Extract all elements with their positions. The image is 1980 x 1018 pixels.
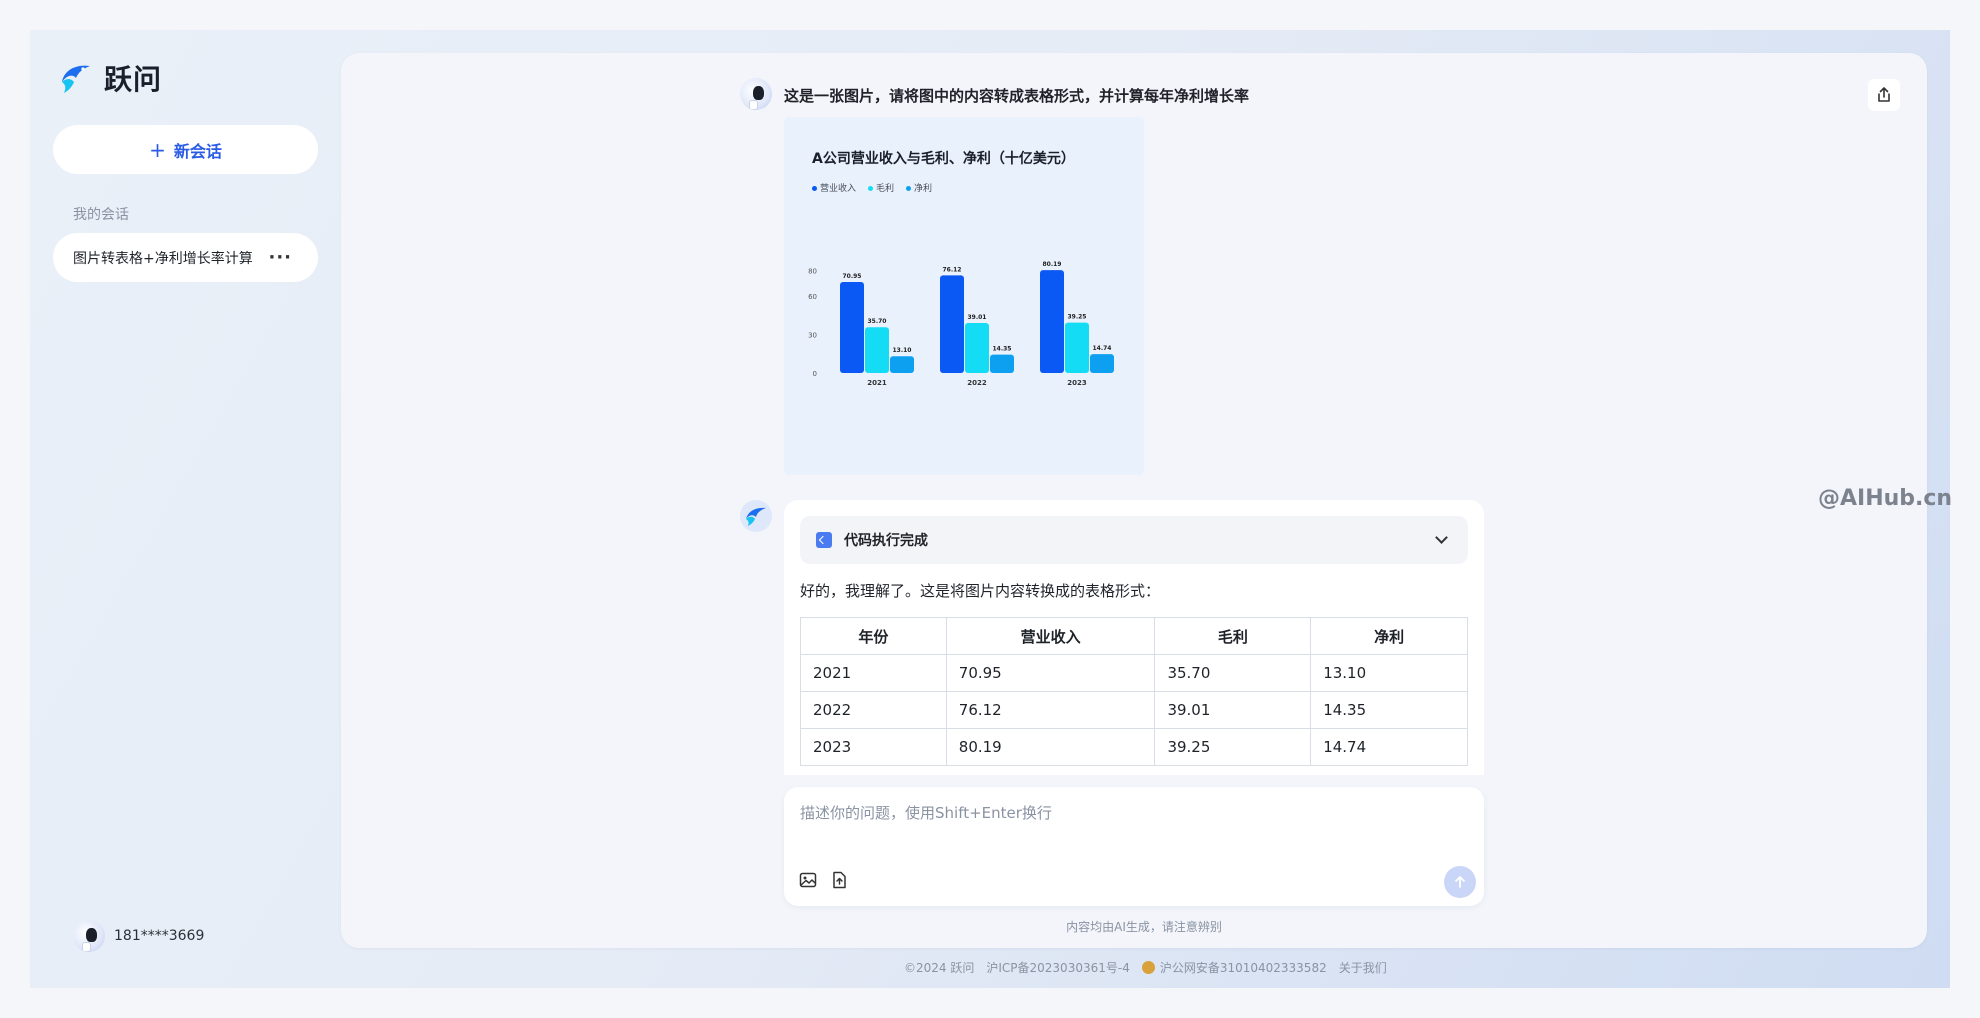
conversation-title: 图片转表格+净利增长率计算: [73, 250, 253, 267]
table-cell: 39.01: [1154, 691, 1312, 729]
brand-name: 跃问: [104, 63, 163, 96]
chart-bar: [965, 322, 989, 373]
more-icon[interactable]: ···: [268, 247, 292, 268]
table-cell: 35.70: [1154, 654, 1312, 692]
ai-disclaimer: 内容均由AI生成，请注意辨别: [0, 918, 1980, 935]
code-execution-toggle[interactable]: 代码执行完成: [800, 516, 1468, 564]
send-icon: [1455, 876, 1465, 888]
table-cell: 14.35: [1310, 691, 1468, 729]
result-table: 年份 营业收入 毛利 净利 2021 70.95 35.70 13.10 202…: [800, 617, 1468, 766]
table-header-cell: 营业收入: [945, 617, 1156, 655]
bar-data-label: 35.70: [868, 318, 887, 325]
new-chat-button[interactable]: + 新会话: [53, 125, 318, 174]
chat-input[interactable]: [800, 801, 1440, 825]
chart-bar: [1040, 270, 1064, 373]
table-cell: 2022: [800, 691, 947, 729]
uploaded-chart-image[interactable]: A公司营业收入与毛利、净利（十亿美元） 营业收入 毛利 净利 0 30 60 80 70…: [784, 117, 1144, 475]
x-tick-label: 2022: [967, 379, 987, 387]
user-message-avatar: [740, 78, 772, 110]
y-tick-label: 60: [808, 293, 817, 301]
x-tick-label: 2021: [867, 379, 887, 387]
footer-about-link[interactable]: 关于我们: [1339, 959, 1387, 976]
image-icon[interactable]: [798, 870, 818, 890]
brand[interactable]: 跃问: [58, 58, 162, 98]
footer-police-link: 沪公网安备31010402333582: [1159, 961, 1327, 975]
chart-bar: [865, 327, 889, 373]
bar-chart: 0 30 60 80 70.95 35.70 13.10 2021 76.12 39.01 14.3…: [808, 261, 1114, 387]
send-button[interactable]: [1444, 866, 1476, 898]
footer: ©2024 跃问 沪ICP备2023030361号-4 沪公网安备3101040…: [904, 959, 1387, 976]
assistant-answer: 代码执行完成 好的，我理解了。这是将图片内容转换成的表格形式： 年份 营业收入 …: [784, 500, 1484, 775]
bar-data-label: 80.19: [1043, 261, 1062, 268]
code-status: 代码执行完成: [844, 533, 928, 549]
chart-bar: [1065, 322, 1089, 373]
bar-data-label: 14.74: [1093, 345, 1112, 352]
chart-bar: [990, 354, 1014, 373]
user-prompt: 这是一张图片，请将图中的内容转成表格形式，并计算每年净利增长率: [784, 87, 1250, 105]
table-row: 2023 80.19 39.25 14.74: [800, 728, 1468, 766]
bar-data-label: 76.12: [943, 266, 962, 273]
bar-data-label: 70.95: [843, 273, 862, 280]
new-chat-label: 新会话: [173, 141, 222, 161]
share-icon: [1878, 87, 1890, 102]
chart-bar: [1090, 354, 1114, 373]
chart-bar: [840, 281, 864, 373]
bar-data-label: 14.35: [993, 346, 1012, 353]
table-header-cell: 年份: [800, 617, 947, 655]
y-tick-label: 0: [813, 370, 817, 378]
table-row: 2022 76.12 39.01 14.35: [800, 691, 1468, 729]
share-button[interactable]: [1868, 79, 1900, 111]
y-tick-label: 30: [808, 332, 817, 340]
table-cell: 39.25: [1154, 728, 1312, 766]
footer-copyright: ©2024 跃问: [904, 961, 975, 975]
bar-data-label: 13.10: [893, 347, 912, 354]
footer-icp-link[interactable]: 沪ICP备2023030361号-4: [986, 959, 1129, 976]
ai-disclaimer-text: 内容均由AI生成，请注意辨别: [1066, 920, 1222, 934]
table-row: 2021 70.95 35.70 13.10: [800, 654, 1468, 692]
watermark: @AIHub.cn: [1818, 486, 1953, 511]
table-cell: 76.12: [945, 691, 1156, 729]
logo-icon: [62, 65, 90, 93]
chart-bar: [890, 356, 914, 373]
conversation-item[interactable]: 图片转表格+净利增长率计算 ···: [53, 233, 318, 282]
bar-data-label: 39.25: [1068, 314, 1087, 321]
table-cell: 2021: [800, 654, 947, 692]
footer-police[interactable]: 沪公网安备31010402333582: [1141, 959, 1327, 976]
assistant-avatar: [740, 500, 772, 532]
table-cell: 13.10: [1310, 654, 1468, 692]
chat-input-box: [784, 787, 1484, 906]
code-icon: [816, 532, 832, 548]
table-cell: 2023: [800, 728, 947, 766]
x-tick-label: 2023: [1067, 379, 1087, 387]
bar-data-label: 39.01: [968, 314, 987, 321]
chart-bar: [940, 275, 964, 373]
table-cell: 14.74: [1310, 728, 1468, 766]
table-header-cell: 毛利: [1154, 617, 1312, 655]
file-upload-icon[interactable]: [829, 870, 849, 890]
plus-icon: +: [149, 137, 166, 162]
police-badge-icon: [1141, 961, 1155, 974]
chevron-down-icon: [1435, 531, 1448, 544]
table-header-row: 年份 营业收入 毛利 净利: [800, 617, 1468, 655]
y-tick-label: 80: [808, 267, 817, 275]
table-header-cell: 净利: [1310, 617, 1468, 655]
answer-intro: 好的，我理解了。这是将图片内容转换成的表格形式：: [800, 582, 1161, 600]
table-cell: 80.19: [945, 728, 1156, 766]
my-conversations-label: 我的会话: [73, 207, 129, 223]
table-cell: 70.95: [945, 654, 1156, 692]
